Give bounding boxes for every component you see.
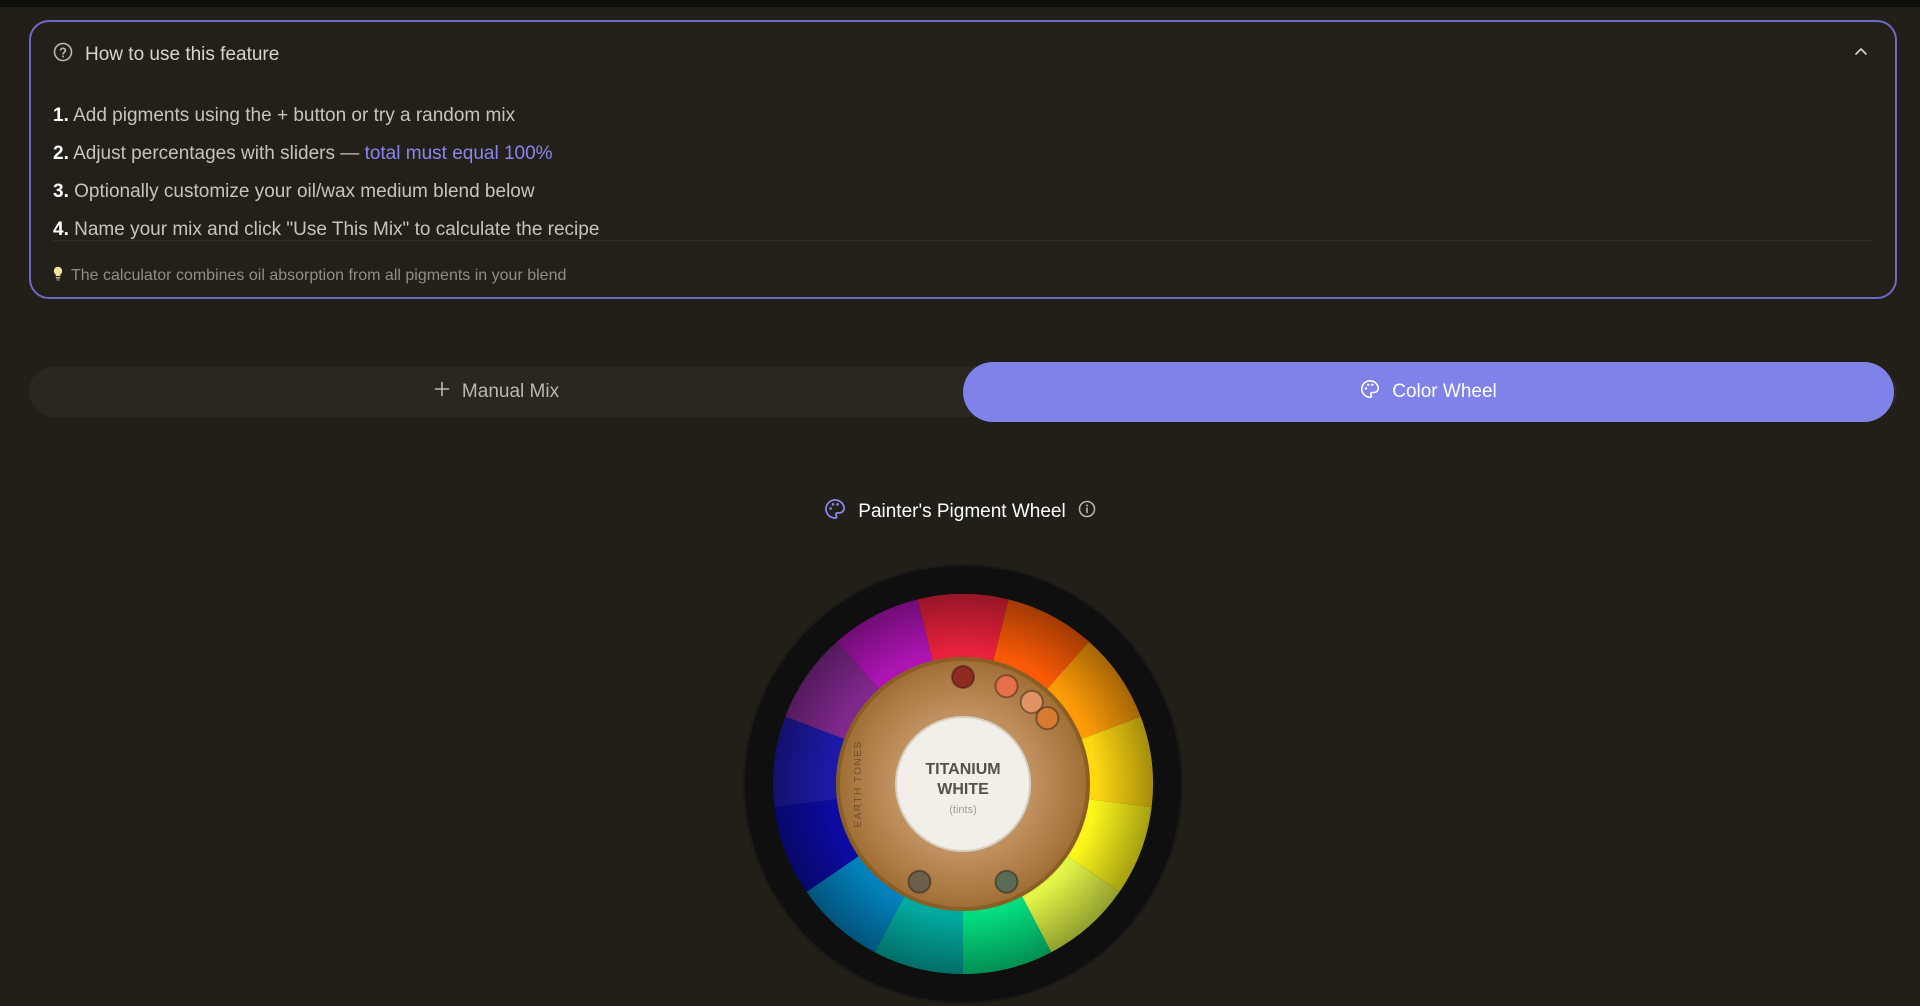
earth-swatch[interactable] — [994, 674, 1019, 699]
earth-tones-label: EARTH TONES — [853, 740, 864, 827]
tab-manual-mix[interactable]: Manual Mix — [29, 366, 964, 417]
step-item: 3. Optionally customize your oil/wax med… — [53, 178, 599, 216]
chevron-up-icon — [1853, 44, 1869, 65]
step-text: Add pigments using the + button or try a… — [73, 105, 516, 126]
help-divider — [53, 240, 1873, 241]
tab-wheel-label: Color Wheel — [1392, 381, 1497, 402]
wheel-title: Painter's Pigment Wheel — [858, 501, 1066, 522]
pigment-wheel: EARTH TONES TITANIUM WHITE (tints) — [743, 563, 1183, 1006]
tip-line: The calculator combines oil absorption f… — [53, 266, 566, 286]
info-icon[interactable] — [1078, 500, 1096, 524]
earth-swatch[interactable] — [951, 665, 975, 689]
palette-icon — [824, 498, 846, 526]
tab-color-wheel[interactable]: Color Wheel — [963, 362, 1894, 422]
step-text: Adjust percentages with sliders — — [73, 143, 365, 164]
earth-swatch[interactable] — [1035, 706, 1060, 731]
step-text: Name your mix and click "Use This Mix" t… — [74, 219, 600, 240]
help-title: How to use this feature — [85, 43, 280, 65]
earth-swatch[interactable] — [994, 869, 1019, 894]
step-number: 4. — [53, 219, 69, 240]
step-item: 4. Name your mix and click "Use This Mix… — [53, 216, 599, 254]
step-item: 2. Adjust percentages with sliders — tot… — [53, 140, 599, 178]
help-panel: How to use this feature 1. Add pigments … — [29, 20, 1897, 299]
step-number: 3. — [53, 181, 69, 202]
center-label-line2: WHITE — [937, 781, 989, 798]
help-header[interactable]: How to use this feature — [53, 42, 279, 67]
hue-segment[interactable] — [917, 594, 1009, 663]
pigment-wheel-graphic: EARTH TONES TITANIUM WHITE (tints) — [743, 564, 1183, 1004]
center-sub-label: (tints) — [949, 804, 977, 816]
plus-icon — [434, 381, 450, 403]
step-highlight: total must equal 100% — [364, 143, 553, 164]
step-number: 1. — [53, 105, 69, 126]
step-item: 1. Add pigments using the + button or tr… — [53, 102, 599, 140]
step-text: Optionally customize your oil/wax medium… — [74, 181, 535, 202]
help-circle-icon — [53, 42, 73, 67]
step-number: 2. — [53, 143, 69, 164]
wheel-heading: Painter's Pigment Wheel — [0, 497, 1920, 527]
lightbulb-icon — [53, 266, 63, 286]
palette-icon — [1360, 379, 1380, 405]
collapse-button[interactable] — [1849, 42, 1873, 66]
mode-tabs: Manual Mix Color Wheel — [29, 362, 1897, 422]
tip-text: The calculator combines oil absorption f… — [71, 267, 567, 284]
center-label-line1: TITANIUM — [925, 761, 1000, 778]
tab-manual-label: Manual Mix — [461, 380, 560, 402]
steps-list: 1. Add pigments using the + button or tr… — [53, 102, 599, 254]
earth-swatch[interactable] — [907, 869, 932, 894]
top-bar — [0, 0, 1920, 7]
